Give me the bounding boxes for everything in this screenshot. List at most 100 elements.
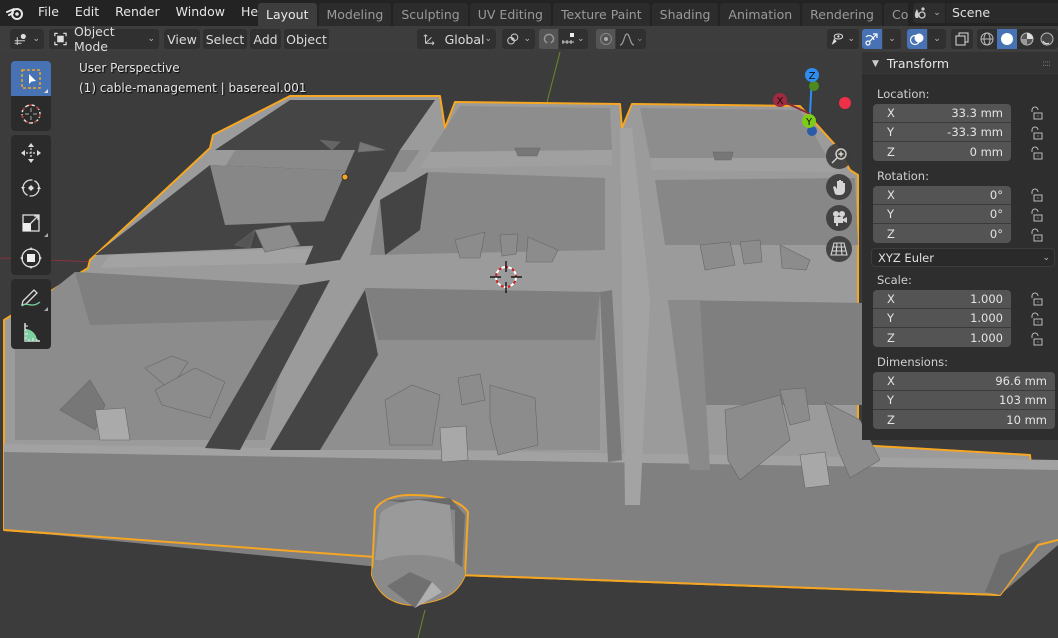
gizmo-x-label: X [777, 96, 784, 107]
pivot-point-dropdown[interactable]: ⌄ [502, 29, 535, 49]
gizmo-toggle[interactable] [862, 29, 882, 49]
solid-shading-button[interactable] [997, 29, 1017, 49]
gizmo-neg-y[interactable] [809, 81, 819, 91]
lock-scale-y-icon[interactable] [1029, 312, 1043, 326]
menu-object[interactable]: Object [284, 29, 329, 49]
tab-layout[interactable]: Layout [258, 3, 317, 26]
tool-annotate[interactable] [11, 279, 51, 314]
tab-uv-editing[interactable]: UV Editing [469, 3, 551, 26]
lock-scale-x-icon[interactable] [1029, 292, 1043, 306]
location-z-field[interactable]: Z 0 mm [873, 142, 1011, 161]
zoom-view-button[interactable] [826, 143, 852, 169]
location-y-field[interactable]: Y -33.3 mm [873, 123, 1011, 142]
menu-select[interactable]: Select [203, 29, 247, 49]
transform-icon [20, 246, 42, 269]
menu-add[interactable]: Add [250, 29, 281, 49]
ortho-toggle-button[interactable] [826, 236, 852, 262]
lock-location-x-icon[interactable] [1029, 106, 1043, 120]
dimensions-x-field[interactable]: X 96.6 mm [873, 372, 1055, 391]
axis-y-label: Y [887, 125, 895, 139]
tool-rotate[interactable] [11, 170, 51, 205]
tab-animation[interactable]: Animation [720, 3, 801, 26]
camera-view-button[interactable] [826, 205, 852, 231]
tab-texture-paint[interactable]: Texture Paint [552, 3, 650, 26]
tool-group-select [11, 61, 51, 131]
transform-panel-header[interactable]: ▼ Transform :::: [862, 52, 1058, 76]
overlay-toggle[interactable] [907, 29, 927, 49]
menu-file[interactable]: File [30, 0, 67, 26]
location-x-field[interactable]: X 33.3 mm [873, 104, 1011, 123]
location-y-value: -33.3 mm [947, 125, 1003, 139]
chevron-down-icon: ⌄ [147, 34, 155, 44]
menu-edit[interactable]: Edit [67, 0, 107, 26]
scale-y-field[interactable]: Y 1.000 [873, 309, 1011, 328]
tab-modeling[interactable]: Modeling [318, 3, 392, 26]
rotation-x-field[interactable]: X 0° [873, 186, 1011, 205]
lock-location-y-icon[interactable] [1029, 126, 1043, 140]
tab-sculpting[interactable]: Sculpting [393, 3, 468, 26]
lock-scale-z-icon[interactable] [1029, 332, 1043, 346]
mode-dropdown[interactable]: Object Mode ⌄ [49, 24, 159, 54]
axis-y-label: Y [887, 311, 895, 325]
transform-orientation-dropdown[interactable]: Global ⌄ [417, 29, 496, 49]
tool-scale[interactable] [11, 205, 51, 240]
gizmo-neg-x[interactable] [839, 97, 851, 109]
tab-shading[interactable]: Shading [651, 3, 719, 26]
menu-window[interactable]: Window [168, 0, 233, 26]
scale-z-field[interactable]: Z 1.000 [873, 328, 1011, 347]
location-z-value: 0 mm [969, 144, 1003, 159]
axis-x-label: X [887, 106, 895, 120]
snap-target-dropdown[interactable]: ⌄ [559, 29, 588, 49]
xray-toggle[interactable] [951, 29, 973, 49]
object-info-label: (1) cable-management | basereal.001 [79, 81, 307, 95]
falloff-dropdown[interactable]: ⌄ [616, 29, 646, 49]
tab-compositing[interactable]: Compositing [884, 3, 908, 26]
xray-toggle-icon [955, 32, 969, 46]
scene-browse-button[interactable]: ⌄ [913, 3, 945, 23]
object-mode-icon [54, 32, 67, 46]
tool-move[interactable] [11, 135, 51, 170]
tab-rendering[interactable]: Rendering [802, 3, 882, 26]
material-preview-button[interactable] [1017, 29, 1037, 49]
top-bar: File Edit Render Window Help Layout Mode… [0, 0, 1058, 26]
blender-logo-icon[interactable] [0, 0, 30, 26]
rotation-mode-dropdown[interactable]: XYZ Euler ⌄ [871, 248, 1055, 267]
tool-measure[interactable] [11, 314, 51, 349]
wireframe-shading-button[interactable] [977, 29, 997, 49]
scale-x-field[interactable]: X 1.000 [873, 290, 1011, 309]
chevron-down-icon: ⌄ [1042, 252, 1050, 263]
navigation-gizmo[interactable]: X Z Y [770, 66, 860, 136]
object-visibility-dropdown[interactable]: ⌄ [827, 29, 859, 49]
menu-render[interactable]: Render [107, 0, 168, 26]
tool-transform[interactable] [11, 240, 51, 275]
chevron-down-icon: ⌄ [847, 34, 855, 44]
gizmo-options-dropdown[interactable]: ⌄ [883, 29, 901, 49]
scene-name-field[interactable]: Scene [946, 3, 1058, 23]
dimensions-z-value: 10 mm [1006, 412, 1047, 427]
drag-grip-icon[interactable]: :::: [1042, 59, 1051, 69]
scale-icon [22, 213, 40, 232]
lock-location-z-icon[interactable] [1029, 146, 1043, 160]
select-box-icon [21, 68, 41, 89]
menu-view[interactable]: View [164, 29, 200, 49]
editor-type-button[interactable]: ⌄ [10, 29, 44, 49]
scene-icon [915, 7, 926, 19]
lock-rotation-x-icon[interactable] [1029, 188, 1043, 202]
camera-icon [833, 211, 847, 226]
scale-label: Scale: [877, 273, 912, 287]
dimensions-z-field[interactable]: Z 10 mm [873, 410, 1055, 429]
dimensions-y-field[interactable]: Y 103 mm [873, 391, 1055, 410]
y-axis-line-bottom [417, 609, 426, 638]
tool-select-box[interactable] [11, 61, 51, 96]
overlay-options-dropdown[interactable]: ⌄ [928, 29, 946, 49]
snap-toggle[interactable] [539, 29, 558, 49]
rotation-z-field[interactable]: Z 0° [873, 224, 1011, 243]
tool-cursor[interactable] [11, 96, 51, 131]
rotation-y-field[interactable]: Y 0° [873, 205, 1011, 224]
grid-perspective-icon [830, 242, 848, 256]
lock-rotation-y-icon[interactable] [1029, 208, 1043, 222]
pan-view-button[interactable] [826, 174, 852, 200]
proportional-edit-toggle[interactable] [596, 29, 615, 49]
rendered-shading-button[interactable] [1037, 29, 1057, 49]
lock-rotation-z-icon[interactable] [1029, 228, 1043, 242]
